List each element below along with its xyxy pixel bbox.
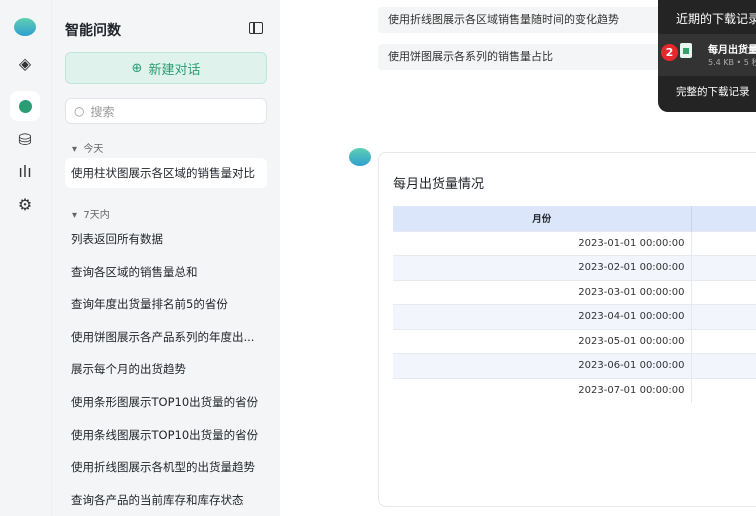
group-7days[interactable]: ▾ 7天内 bbox=[72, 206, 110, 221]
history-item[interactable]: 使用柱状图展示各区域的销售量对比 bbox=[65, 158, 267, 188]
app-title: 智能问数 bbox=[65, 23, 121, 39]
result-card: 每月出货量情况 月份 2023-01-01 00:00:00 2023-02-0… bbox=[378, 152, 756, 507]
chat-icon[interactable] bbox=[10, 91, 40, 121]
history-item[interactable]: 使用条形图展示TOP10出货量的省份 bbox=[65, 387, 267, 417]
count-badge: 2 bbox=[661, 44, 678, 61]
search-icon: ○ bbox=[74, 104, 85, 118]
search-input[interactable]: ○ 搜索 bbox=[65, 98, 267, 124]
result-table: 月份 2023-01-01 00:00:00 2023-02-01 00:00:… bbox=[393, 206, 756, 403]
layers-icon[interactable]: ◈ bbox=[10, 48, 40, 78]
downloads-popup: 近期的下载记录 2 每月出货量 5.4 KB • 5 秒 完整的下载记录 bbox=[658, 0, 756, 112]
history-item[interactable]: 查询各区域的销售量总和 bbox=[65, 257, 267, 287]
table-row: 2023-05-01 00:00:00 bbox=[393, 328, 756, 354]
column-header[interactable]: 月份 bbox=[393, 206, 692, 231]
collapse-sidebar-icon[interactable] bbox=[249, 22, 263, 34]
all-downloads-link[interactable]: 完整的下载记录 bbox=[676, 84, 750, 99]
downloads-title: 近期的下载记录 bbox=[676, 12, 756, 26]
history-item[interactable]: 使用折线图展示各机型的出货量趋势 bbox=[65, 452, 267, 482]
bar-chart-icon[interactable]: ılı bbox=[10, 156, 40, 186]
table-row: 2023-06-01 00:00:00 bbox=[393, 353, 756, 378]
group-today[interactable]: ▾ 今天 bbox=[72, 140, 103, 155]
table-row: 2023-04-01 00:00:00 bbox=[393, 304, 756, 329]
suggestion[interactable]: 使用折线图展示各区域销售量随时间的变化趋势 bbox=[378, 7, 678, 33]
suggestion[interactable]: 使用饼图展示各系列的销售量占比 bbox=[378, 44, 678, 70]
table-row: 2023-07-01 00:00:00 bbox=[393, 377, 756, 403]
result-title: 每月出货量情况 bbox=[393, 177, 485, 192]
download-item[interactable]: 2 每月出货量 5.4 KB • 5 秒 bbox=[658, 34, 756, 76]
column-header[interactable] bbox=[691, 206, 756, 231]
logo-icon bbox=[10, 12, 40, 42]
history-item[interactable]: 展示每个月的出货趋势 bbox=[65, 354, 267, 384]
history-item[interactable]: 查询各产品的当前库存和库存状态 bbox=[65, 485, 267, 515]
bot-avatar bbox=[349, 148, 371, 166]
spreadsheet-file-icon bbox=[680, 43, 692, 58]
icon-rail: ◈ ⛁ ılı ⚙ bbox=[0, 0, 52, 516]
settings-icon[interactable]: ⚙ bbox=[10, 189, 40, 219]
plus-circle-icon: ⊕ bbox=[131, 60, 143, 76]
file-name: 每月出货量 bbox=[708, 45, 756, 56]
database-icon[interactable]: ⛁ bbox=[10, 124, 40, 154]
sidebar: 智能问数 ⊕ 新建对话 ○ 搜索 ▾ 今天 使用柱状图展示各区域的销售量对比 ▾ 7… bbox=[52, 0, 280, 516]
history-item[interactable]: 列表返回所有数据 bbox=[65, 224, 267, 254]
new-chat-button[interactable]: ⊕ 新建对话 bbox=[65, 52, 267, 84]
file-meta: 5.4 KB • 5 秒 bbox=[708, 58, 756, 67]
table-row: 2023-02-01 00:00:00 bbox=[393, 255, 756, 280]
table-row: 2023-03-01 00:00:00 bbox=[393, 279, 756, 305]
history-item[interactable]: 使用条线图展示TOP10出货量的省份 bbox=[65, 420, 267, 450]
table-row: 2023-01-01 00:00:00 bbox=[393, 230, 756, 256]
history-item[interactable]: 查询年度出货量排名前5的省份 bbox=[65, 289, 267, 319]
history-item[interactable]: 使用饼图展示各产品系列的年度出... bbox=[65, 322, 267, 352]
